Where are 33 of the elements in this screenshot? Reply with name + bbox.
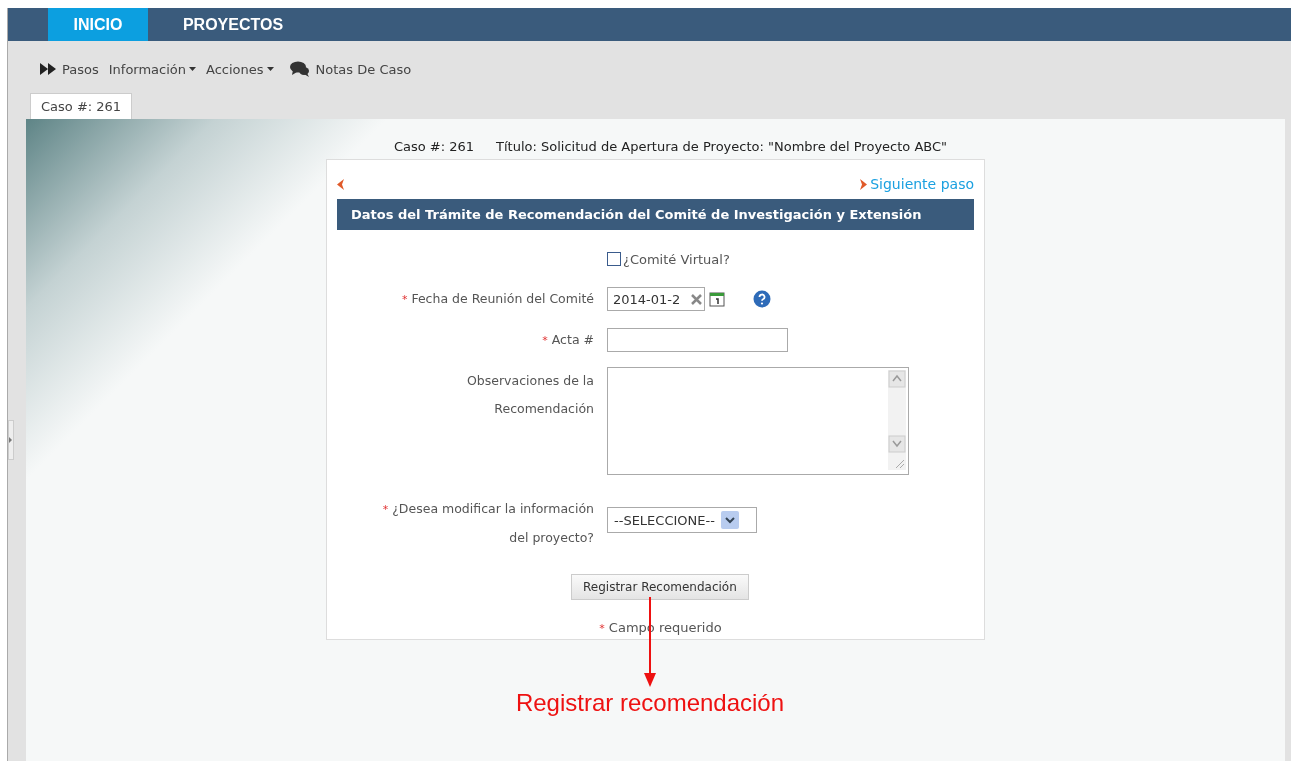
case-number: Caso #: 261: [393, 139, 475, 154]
field-label: * Fecha de Reunión del Comité: [401, 290, 594, 308]
scrollbar-icon: [888, 370, 906, 470]
checkbox[interactable]: [607, 252, 621, 266]
annotation-label: Registrar recomendación: [515, 689, 785, 717]
caret-icon: [189, 67, 197, 71]
toolbar-item[interactable]: Información: [108, 61, 197, 77]
select-dropdown[interactable]: --SELECCIONE--: [607, 507, 757, 533]
clear-icon[interactable]: [691, 293, 702, 305]
fast-forward-icon: [40, 63, 56, 75]
toolbar-item[interactable]: Acciones: [206, 61, 274, 77]
collapse-handle-icon[interactable]: [8, 420, 14, 460]
checkbox-label: ¿Comité Virtual?: [623, 251, 730, 267]
toolbar-item[interactable]: Notas De Caso: [289, 61, 412, 77]
help-icon[interactable]: [753, 290, 771, 308]
section-header: Datos del Trámite de Recomendación del Comité de Investigación y Extensión: [337, 199, 974, 230]
field-label: * Acta #: [542, 331, 594, 349]
previous-arrow-icon[interactable]: [337, 178, 344, 190]
text-area[interactable]: [607, 367, 909, 475]
input-field[interactable]: [607, 328, 788, 352]
calendar-icon[interactable]: [709, 291, 725, 307]
date-field[interactable]: 2014-01-2: [607, 287, 705, 311]
toolbar-item[interactable]: Pasos: [40, 61, 99, 77]
chat-bubbles-icon: [289, 61, 310, 77]
nav-tab[interactable]: PROYECTOS: [148, 8, 318, 41]
chevron-down-icon: [720, 511, 739, 529]
case-tab[interactable]: Caso #: 261: [30, 93, 133, 119]
caret-icon: [266, 67, 274, 71]
field-label: * ¿Desea modificar la información del proyecto?: [381, 500, 594, 547]
case-title: Título: Solicitud de Apertura de Proyecto: "Nombre del Proyecto ABC": [496, 139, 948, 154]
register-button[interactable]: Registrar Recomendación: [571, 574, 749, 600]
field-label: Observaciones de la Recomendación: [466, 372, 594, 418]
next-arrow-icon: [860, 178, 868, 190]
